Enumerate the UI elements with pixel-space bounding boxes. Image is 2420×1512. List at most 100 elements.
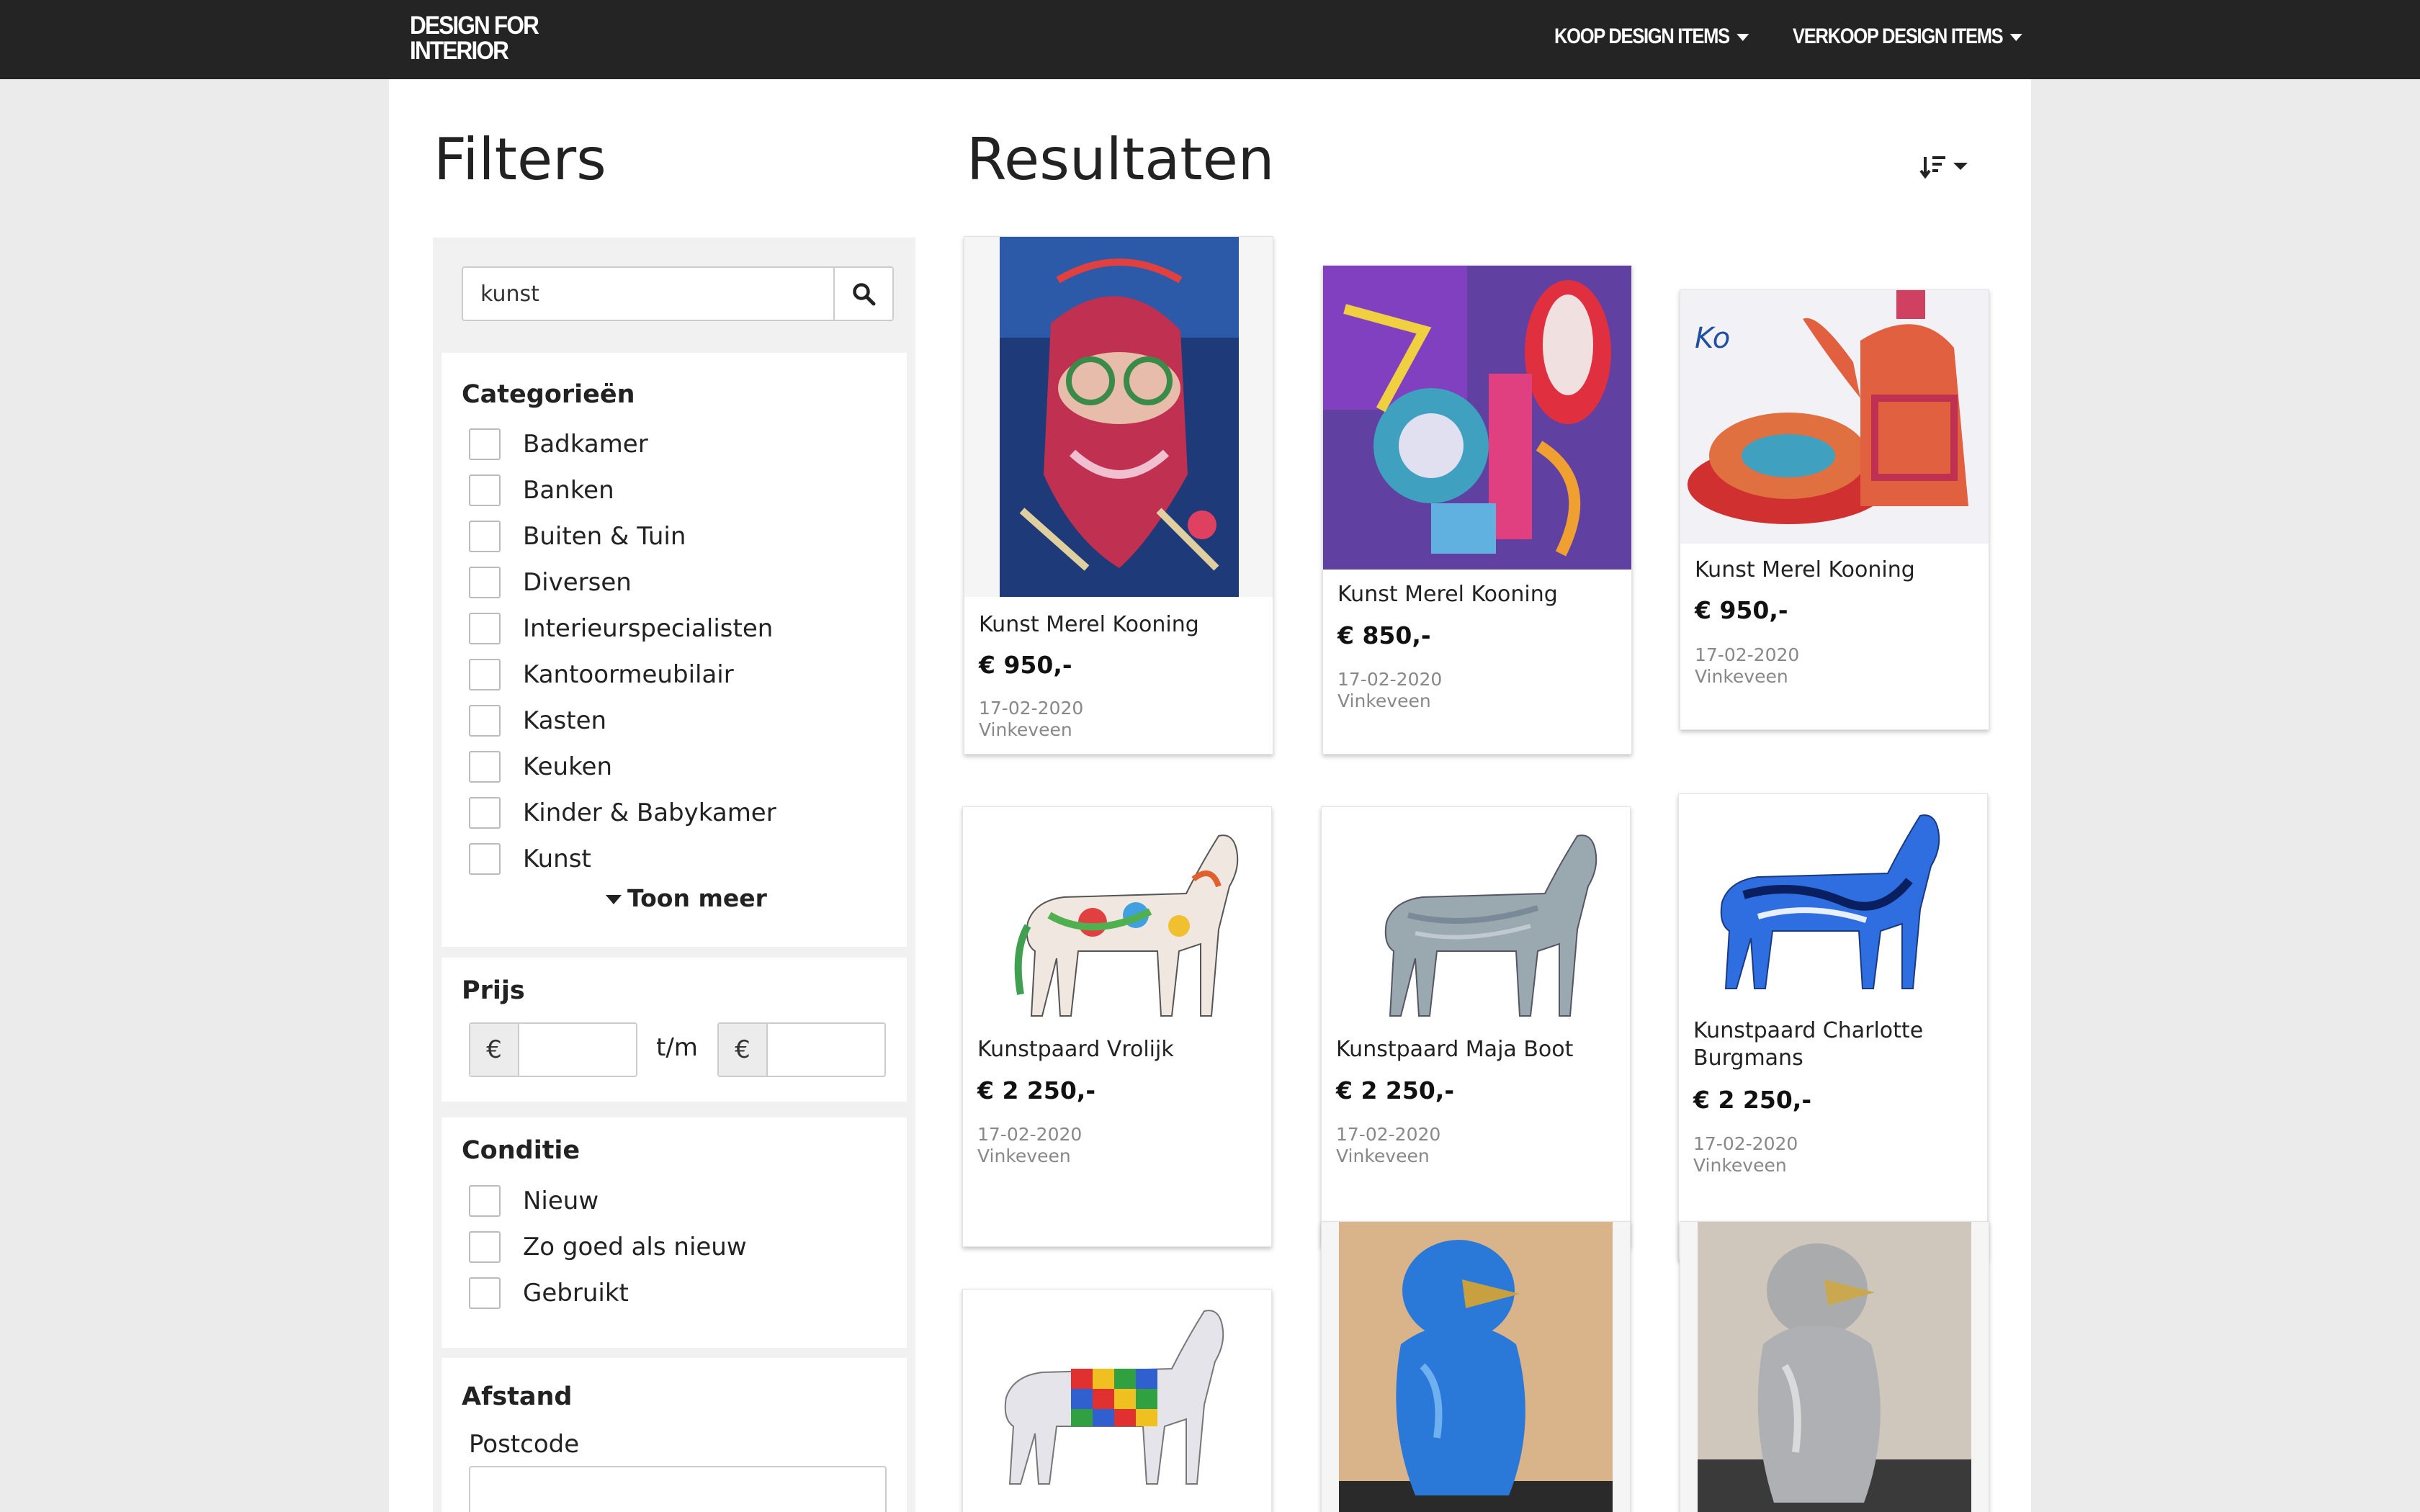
search-input[interactable]: [463, 268, 836, 320]
product-image[interactable]: [1679, 794, 1987, 1010]
product-image[interactable]: [1322, 807, 1630, 1030]
result-card[interactable]: [1321, 1221, 1631, 1512]
product-image[interactable]: [964, 237, 1273, 597]
nav-koop-label: KOOP DESIGN ITEMS: [1554, 24, 1730, 48]
checkbox[interactable]: [469, 751, 501, 783]
nav-verkoop-label: VERKOOP DESIGN ITEMS: [1793, 24, 2004, 48]
category-label: Badkamer: [523, 430, 648, 459]
card-title[interactable]: Kunstpaard Maja Boot: [1336, 1036, 1573, 1063]
result-card[interactable]: Kunst Merel Kooning € 850,- 17-02-2020 V…: [1322, 265, 1632, 755]
main-container: Filters Resultaten Categorieën Badk: [389, 79, 2031, 1512]
checkbox[interactable]: [469, 843, 501, 875]
distance-title: Afstand: [462, 1382, 573, 1411]
condition-label: Nieuw: [523, 1187, 599, 1215]
filters-title: Filters: [434, 126, 606, 193]
nav-koop-dropdown[interactable]: KOOP DESIGN ITEMS: [1554, 24, 1749, 49]
toon-meer-link[interactable]: Toon meer: [606, 884, 767, 912]
checkbox[interactable]: [469, 474, 501, 506]
search-icon: [853, 283, 876, 306]
checkbox[interactable]: [469, 521, 501, 552]
result-card[interactable]: Kunstpaard Maja Boot € 2 250,- 17-02-202…: [1321, 806, 1631, 1247]
distance-filter: Afstand Postcode: [442, 1358, 907, 1512]
checkbox[interactable]: [469, 1185, 501, 1217]
svg-text:Ko: Ko: [1695, 322, 1730, 355]
card-price: € 850,-: [1337, 621, 1431, 649]
card-title[interactable]: Kunst Merel Kooning: [979, 611, 1199, 639]
card-location: Vinkeveen: [977, 1146, 1071, 1166]
price-min-group[interactable]: €: [469, 1022, 637, 1077]
card-location: Vinkeveen: [979, 719, 1072, 740]
checkbox[interactable]: [469, 659, 501, 690]
search-button[interactable]: [833, 268, 892, 320]
price-title: Prijs: [462, 976, 525, 1005]
product-image[interactable]: [963, 1290, 1271, 1512]
card-price: € 2 250,-: [977, 1076, 1096, 1104]
results-title: Resultaten: [967, 126, 1275, 193]
price-max-group[interactable]: €: [717, 1022, 886, 1077]
category-label: Kinder & Babykamer: [523, 798, 776, 827]
sort-dropdown[interactable]: [1919, 148, 1984, 184]
categories-title: Categorieën: [462, 380, 635, 409]
logo-line-1: DESIGN FOR: [410, 12, 539, 40]
condition-label: Gebruikt: [523, 1279, 629, 1308]
product-image[interactable]: [1322, 1222, 1630, 1512]
product-image[interactable]: Ko: [1680, 290, 1989, 544]
card-date: 17-02-2020: [1337, 669, 1443, 690]
result-card[interactable]: Kunstpaard Charlotte Burgmans € 2 250,- …: [1678, 793, 1988, 1260]
category-label: Kantoormeubilair: [523, 660, 734, 689]
result-card[interactable]: Kunst Merel Kooning € 950,- 17-02-2020 V…: [964, 236, 1273, 755]
site-logo[interactable]: DESIGN FOR INTERIOR: [410, 12, 539, 65]
filter-panel: Categorieën Badkamer Banken Buiten & Tui…: [433, 238, 915, 1512]
card-title[interactable]: Kunstpaard Vrolijk: [977, 1036, 1174, 1063]
checkbox[interactable]: [469, 705, 501, 737]
card-location: Vinkeveen: [1336, 1146, 1430, 1166]
checkbox[interactable]: [469, 1231, 501, 1263]
card-date: 17-02-2020: [1693, 1133, 1798, 1154]
card-location: Vinkeveen: [1337, 690, 1431, 711]
card-price: € 950,-: [1695, 596, 1788, 624]
category-label: Keuken: [523, 752, 613, 781]
checkbox[interactable]: [469, 613, 501, 644]
card-location: Vinkeveen: [1693, 1155, 1787, 1176]
euro-addon: €: [719, 1024, 768, 1076]
top-navbar: DESIGN FOR INTERIOR KOOP DESIGN ITEMS VE…: [0, 0, 2420, 79]
condition-filter: Conditie Nieuw Zo goed als nieuw Gebruik…: [442, 1117, 907, 1348]
nav-verkoop-dropdown[interactable]: VERKOOP DESIGN ITEMS: [1793, 24, 2022, 49]
card-price: € 950,-: [979, 651, 1072, 679]
caret-down-icon: [606, 895, 622, 904]
logo-line-2: INTERIOR: [410, 37, 509, 65]
condition-title: Conditie: [462, 1136, 581, 1165]
card-price: € 2 250,-: [1693, 1086, 1812, 1114]
search-group: [462, 266, 894, 321]
category-label: Kasten: [523, 706, 607, 735]
result-card[interactable]: Ko Kunst Merel Kooning € 950,- 17-02-202…: [1680, 289, 1989, 730]
category-label: Kunst: [523, 845, 591, 873]
result-card[interactable]: Kunstpaard Vrolijk € 2 250,- 17-02-2020 …: [962, 806, 1272, 1247]
card-date: 17-02-2020: [979, 698, 1084, 719]
card-price: € 2 250,-: [1336, 1076, 1455, 1104]
categories-filter: Categorieën Badkamer Banken Buiten & Tui…: [442, 353, 907, 947]
euro-addon: €: [470, 1024, 519, 1076]
card-date: 17-02-2020: [1336, 1124, 1441, 1145]
card-title[interactable]: Kunstpaard Charlotte Burgmans: [1693, 1017, 1981, 1072]
postcode-label: Postcode: [469, 1430, 580, 1459]
checkbox[interactable]: [469, 1277, 501, 1309]
category-label: Interieurspecialisten: [523, 614, 774, 643]
card-title[interactable]: Kunst Merel Kooning: [1695, 557, 1915, 584]
card-date: 17-02-2020: [977, 1124, 1083, 1145]
result-card[interactable]: [962, 1289, 1272, 1512]
postcode-input[interactable]: [469, 1466, 887, 1512]
price-range-separator: t/m: [656, 1033, 698, 1062]
condition-label: Zo goed als nieuw: [523, 1233, 747, 1261]
card-date: 17-02-2020: [1695, 644, 1800, 665]
checkbox[interactable]: [469, 797, 501, 829]
caret-down-icon: [2009, 34, 2022, 42]
product-image[interactable]: [1323, 266, 1631, 570]
checkbox[interactable]: [469, 567, 501, 598]
checkbox[interactable]: [469, 428, 501, 460]
product-image[interactable]: [963, 807, 1271, 1030]
result-card[interactable]: [1680, 1221, 1989, 1512]
category-label: Buiten & Tuin: [523, 522, 686, 551]
product-image[interactable]: [1680, 1222, 1989, 1512]
card-title[interactable]: Kunst Merel Kooning: [1337, 581, 1558, 608]
